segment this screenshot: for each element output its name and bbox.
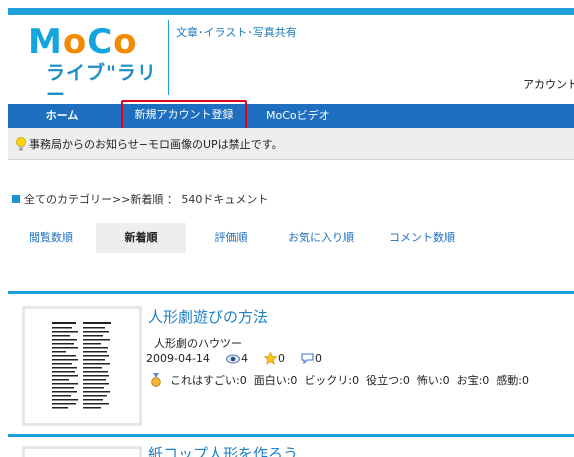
notice-bar: 事務局からのお知らせ−モロ画像のUPは禁止です。 [8,128,574,160]
site-logo[interactable]: MoCo ライブ"ラリー [28,22,160,106]
nav-register-account[interactable]: 新規アカウント登録 [121,100,247,130]
top-accent-bar [8,8,574,15]
logo-main-text: MoCo [28,22,138,62]
logo-divider [168,20,169,95]
reaction-list: これはすごい:0 面白い:0 ビックリ:0 役立つ:0 怖い:0 お宝:0 感動… [150,372,536,388]
site-tagline: 文章･イラスト･写真共有 [176,26,297,39]
nav-home[interactable]: ホーム [8,104,116,128]
square-bullet-icon [12,195,20,203]
star-count: 0 [277,352,285,365]
tab-sort-favorites[interactable]: お気に入り順 [276,223,366,253]
eye-icon [225,354,240,363]
comment-icon [301,353,314,364]
document-preview-image [47,317,117,417]
reaction-scary[interactable]: 怖い:0 [417,372,450,388]
view-count: 4 [240,352,248,365]
main-navigation: ホーム 新規アカウント登録 MoCoビデオ [8,100,574,130]
comment-count: 0 [314,352,322,365]
tab-sort-rating[interactable]: 評価順 [198,223,264,253]
breadcrumb-text[interactable]: 全てのカテゴリー>>新着順 ： 540ドキュメント [24,191,268,207]
breadcrumb: 全てのカテゴリー>>新着順 ： 540ドキュメント [12,191,268,207]
sort-tabs: 閲覧数順 新着順 評価順 お気に入り順 コメント数順 [10,223,570,253]
tab-sort-views[interactable]: 閲覧数順 [16,223,86,253]
reaction-moving[interactable]: 感動:0 [496,372,529,388]
tab-sort-newest[interactable]: 新着順 [96,223,186,253]
reaction-amazing[interactable]: これはすごい:0 [170,372,247,388]
reaction-treasure[interactable]: お宝:0 [457,372,490,388]
document-title-link[interactable]: 人形劇遊びの方法 [148,306,268,327]
section-divider [8,291,574,294]
lightbulb-icon [16,136,26,150]
document-meta: 2009-04-14 4 0 0 [146,352,322,365]
reaction-funny[interactable]: 面白い:0 [254,372,298,388]
tab-sort-comments[interactable]: コメント数順 [372,223,472,253]
document-date: 2009-04-14 [146,352,210,365]
reaction-useful[interactable]: 役立つ:0 [366,372,410,388]
document-thumbnail[interactable] [22,446,142,457]
document-title-link[interactable]: 紙コップ人形を作ろう [148,443,298,457]
item-divider [8,434,574,437]
document-subtitle: 人形劇のハウツー [154,337,242,350]
nav-moco-video[interactable]: MoCoビデオ [266,104,330,128]
reaction-surprise[interactable]: ビックリ:0 [304,372,359,388]
account-link[interactable]: アカウント [523,76,574,92]
medal-icon [151,373,161,387]
document-thumbnail[interactable] [22,306,142,426]
notice-text: 事務局からのお知らせ−モロ画像のUPは禁止です。 [29,137,283,151]
star-icon [263,352,277,365]
